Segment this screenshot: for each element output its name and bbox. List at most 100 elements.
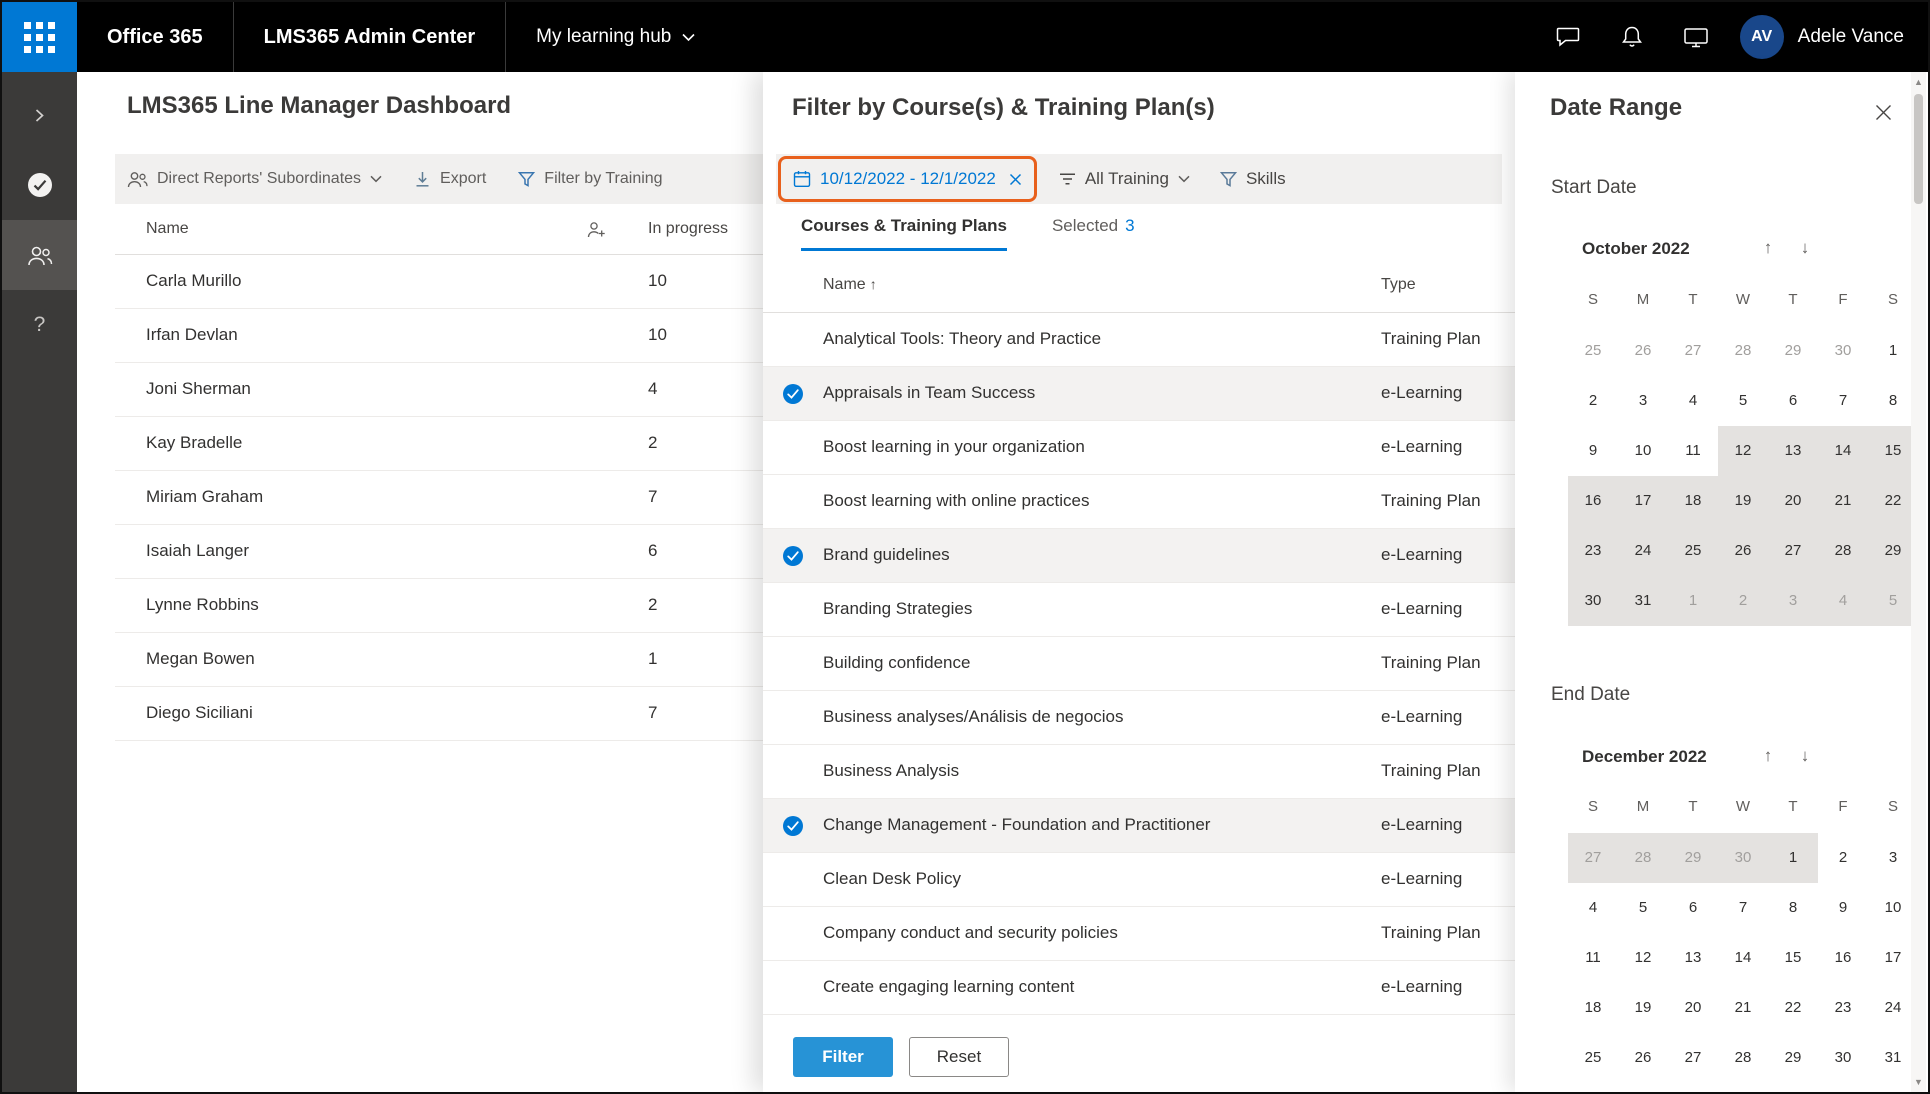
tab-selected[interactable]: Selected3 [1052,216,1135,251]
previous-month-icon[interactable]: ↑ [1756,238,1780,258]
calendar-day[interactable]: 1 [1668,576,1718,626]
calendar-day[interactable]: 29 [1768,1033,1818,1083]
training-type-dropdown[interactable]: All Training [1059,169,1190,189]
course-row[interactable]: Business AnalysisTraining Plan [763,745,1515,799]
calendar-day[interactable]: 4 [1668,376,1718,426]
calendar-day[interactable]: 24 [1618,526,1668,576]
previous-month-icon[interactable]: ↑ [1756,746,1780,766]
calendar-day[interactable]: 30 [1568,576,1618,626]
filter-by-training-button[interactable]: Filter by Training [518,170,662,188]
calendar-day[interactable]: 26 [1618,1033,1668,1083]
calendar-day[interactable]: 30 [1818,1033,1868,1083]
calendar-day[interactable]: 25 [1568,1033,1618,1083]
calendar-day[interactable]: 12 [1718,426,1768,476]
calendar-day[interactable]: 27 [1668,326,1718,376]
course-row[interactable]: Create engaging learning contente-Learni… [763,961,1515,1015]
calendar-day[interactable]: 14 [1818,426,1868,476]
devices-icon[interactable] [1664,2,1728,72]
user-name[interactable]: Adele Vance [1798,26,1904,48]
subordinates-dropdown[interactable]: Direct Reports' Subordinates [127,170,382,188]
next-month-icon[interactable]: ↓ [1793,238,1817,258]
calendar-day[interactable]: 30 [1718,833,1768,883]
calendar-day[interactable]: 18 [1668,476,1718,526]
filter-apply-button[interactable]: Filter [793,1037,893,1077]
calendar-day[interactable]: 21 [1818,476,1868,526]
calendar-day[interactable]: 20 [1668,983,1718,1033]
reset-button[interactable]: Reset [909,1037,1009,1077]
course-row[interactable]: Appraisals in Team Successe-Learning [763,367,1515,421]
calendar-day[interactable]: 8 [1768,883,1818,933]
name-sort-header[interactable]: Name↑ [823,276,877,294]
calendar-day[interactable]: 12 [1618,933,1668,983]
course-row[interactable]: Building confidenceTraining Plan [763,637,1515,691]
calendar-day[interactable]: 7 [1718,883,1768,933]
employee-row[interactable]: Irfan Devlan10 [115,309,805,363]
admin-center-link[interactable]: LMS365 Admin Center [234,2,506,72]
tab-courses-training-plans[interactable]: Courses & Training Plans [801,216,1007,251]
calendar-day[interactable]: 11 [1568,933,1618,983]
calendar-day[interactable]: 6 [1668,883,1718,933]
date-range-chip[interactable]: 10/12/2022 - 12/1/2022 [778,156,1037,202]
employee-row[interactable]: Kay Bradelle2 [115,417,805,471]
calendar-day[interactable]: 19 [1618,983,1668,1033]
clear-date-filter-icon[interactable] [1009,173,1022,186]
calendar-day[interactable]: 19 [1718,476,1768,526]
notifications-bell-icon[interactable] [1600,2,1664,72]
course-row[interactable]: Change Management - Foundation and Pract… [763,799,1515,853]
calendar-day[interactable]: 28 [1618,833,1668,883]
calendar-day[interactable]: 2 [1718,576,1768,626]
in-progress-column-header[interactable]: In progress [648,220,728,238]
avatar[interactable]: AV [1740,15,1784,59]
employee-row[interactable]: Joni Sherman4 [115,363,805,417]
calendar-day[interactable]: 22 [1768,983,1818,1033]
scroll-down-icon[interactable]: ▼ [1911,1077,1926,1087]
course-row[interactable]: Boost learning with online practicesTrai… [763,475,1515,529]
skills-filter-button[interactable]: Skills [1220,169,1286,189]
course-row[interactable]: Brand guidelinese-Learning [763,529,1515,583]
calendar-day[interactable]: 23 [1568,526,1618,576]
calendar-day[interactable]: 29 [1668,833,1718,883]
calendar-day[interactable]: 7 [1818,376,1868,426]
employee-row[interactable]: Isaiah Langer6 [115,525,805,579]
calendar-day[interactable]: 10 [1618,426,1668,476]
calendar-day[interactable]: 25 [1668,526,1718,576]
sidebar-item-progress[interactable] [2,150,77,220]
course-row[interactable]: Clean Desk Policye-Learning [763,853,1515,907]
course-row[interactable]: Boost learning in your organizatione-Lea… [763,421,1515,475]
scroll-up-icon[interactable]: ▲ [1911,77,1926,87]
calendar-day[interactable]: 3 [1768,576,1818,626]
sidebar-item-help[interactable]: ? [2,290,77,360]
calendar-day[interactable]: 27 [1568,833,1618,883]
calendar-day[interactable]: 27 [1668,1033,1718,1083]
calendar-day[interactable]: 26 [1718,526,1768,576]
name-column-header[interactable]: Name [146,220,189,238]
calendar-day[interactable]: 4 [1818,576,1868,626]
calendar-day[interactable]: 4 [1568,883,1618,933]
calendar-day[interactable]: 11 [1668,426,1718,476]
employee-row[interactable]: Lynne Robbins2 [115,579,805,633]
employee-row[interactable]: Carla Murillo10 [115,255,805,309]
calendar-day[interactable]: 28 [1718,326,1768,376]
calendar-day[interactable]: 28 [1818,526,1868,576]
scrollbar-thumb[interactable] [1914,94,1923,204]
sidebar-item-people[interactable] [2,220,77,290]
calendar-day[interactable]: 9 [1568,426,1618,476]
scrollbar[interactable]: ▲ ▼ [1911,72,1926,1092]
calendar-day[interactable]: 13 [1668,933,1718,983]
calendar-day[interactable]: 9 [1818,883,1868,933]
calendar-day[interactable]: 26 [1618,326,1668,376]
calendar-day[interactable]: 29 [1768,326,1818,376]
calendar-day[interactable]: 23 [1818,983,1868,1033]
calendar-day[interactable]: 2 [1818,833,1868,883]
calendar-day[interactable]: 15 [1768,933,1818,983]
employee-row[interactable]: Miriam Graham7 [115,471,805,525]
export-button[interactable]: Export [414,170,486,188]
calendar-day[interactable]: 2 [1568,376,1618,426]
calendar-day[interactable]: 20 [1768,476,1818,526]
calendar-day[interactable]: 5 [1718,376,1768,426]
calendar-day[interactable]: 28 [1718,1033,1768,1083]
calendar-day[interactable]: 25 [1568,326,1618,376]
calendar-day[interactable]: 16 [1818,933,1868,983]
calendar-day[interactable]: 6 [1768,376,1818,426]
calendar-day[interactable]: 1 [1768,833,1818,883]
